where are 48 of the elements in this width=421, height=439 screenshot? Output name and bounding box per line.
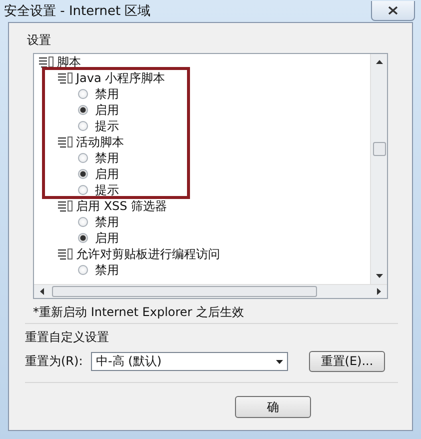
scroll-thumb[interactable] — [52, 286, 317, 297]
option-label[interactable]: 提示 — [95, 118, 119, 134]
option-label[interactable]: 禁用 — [95, 262, 119, 278]
radio-button[interactable] — [78, 153, 88, 163]
setting-label: 启用 XSS 筛选器 — [76, 198, 168, 214]
option-label[interactable]: 禁用 — [95, 214, 119, 230]
dropdown-arrow-icon — [276, 360, 283, 364]
close-button[interactable] — [371, 1, 415, 21]
option-label[interactable]: 启用 — [95, 230, 119, 246]
setting-label: Java 小程序脚本 — [76, 70, 166, 86]
scroll-left-icon — [40, 288, 44, 295]
option-label[interactable]: 启用 — [95, 166, 119, 182]
scroll-right-icon — [377, 288, 381, 295]
section-title: 重置自定义设置 — [25, 329, 110, 346]
setting-icon — [57, 200, 73, 212]
horizontal-scrollbar[interactable] — [34, 284, 387, 298]
setting-label: 活动脚本 — [76, 134, 124, 150]
radio-button[interactable] — [78, 217, 88, 227]
window-title: 安全设置 - Internet 区域 — [4, 3, 151, 20]
setting-icon — [57, 136, 73, 148]
group-label: 设置 — [27, 32, 52, 49]
settings-list[interactable]: 脚本 Java 小程序脚本 禁用 启用 提示 活动脚本 禁用 启用 提示 启用 XSS 筛选器 禁用 启用 允许对剪贴板进行编程访问 禁用 — [33, 53, 388, 299]
radio-button[interactable] — [78, 233, 88, 243]
option-label[interactable]: 启用 — [95, 102, 119, 118]
radio-button[interactable] — [78, 265, 88, 275]
radio-button[interactable] — [78, 105, 88, 115]
reset-button[interactable]: 重置(E)... — [309, 351, 385, 372]
radio-button[interactable] — [78, 169, 88, 179]
setting-label: 允许对剪贴板进行编程访问 — [76, 246, 220, 262]
radio-button[interactable] — [78, 89, 88, 99]
radio-button[interactable] — [78, 185, 88, 195]
ok-button[interactable]: 确 — [235, 396, 311, 418]
option-label[interactable]: 禁用 — [95, 86, 119, 102]
vertical-scrollbar[interactable] — [370, 54, 387, 284]
field-label: 重置为(R): — [25, 353, 84, 370]
category-label: 脚本 — [57, 54, 81, 70]
note-text: *重新启动 Internet Explorer 之后生效 — [33, 304, 246, 321]
setting-icon — [38, 56, 54, 68]
scroll-down-icon — [376, 274, 382, 278]
setting-icon — [57, 248, 73, 260]
setting-icon — [57, 72, 73, 84]
scroll-up-icon — [376, 60, 382, 64]
level-dropdown[interactable]: 中-高 (默认) — [91, 352, 288, 371]
radio-button[interactable] — [78, 121, 88, 131]
scroll-thumb[interactable] — [372, 142, 386, 156]
close-icon — [388, 6, 398, 15]
option-label[interactable]: 禁用 — [95, 150, 119, 166]
option-label[interactable]: 提示 — [95, 182, 119, 198]
